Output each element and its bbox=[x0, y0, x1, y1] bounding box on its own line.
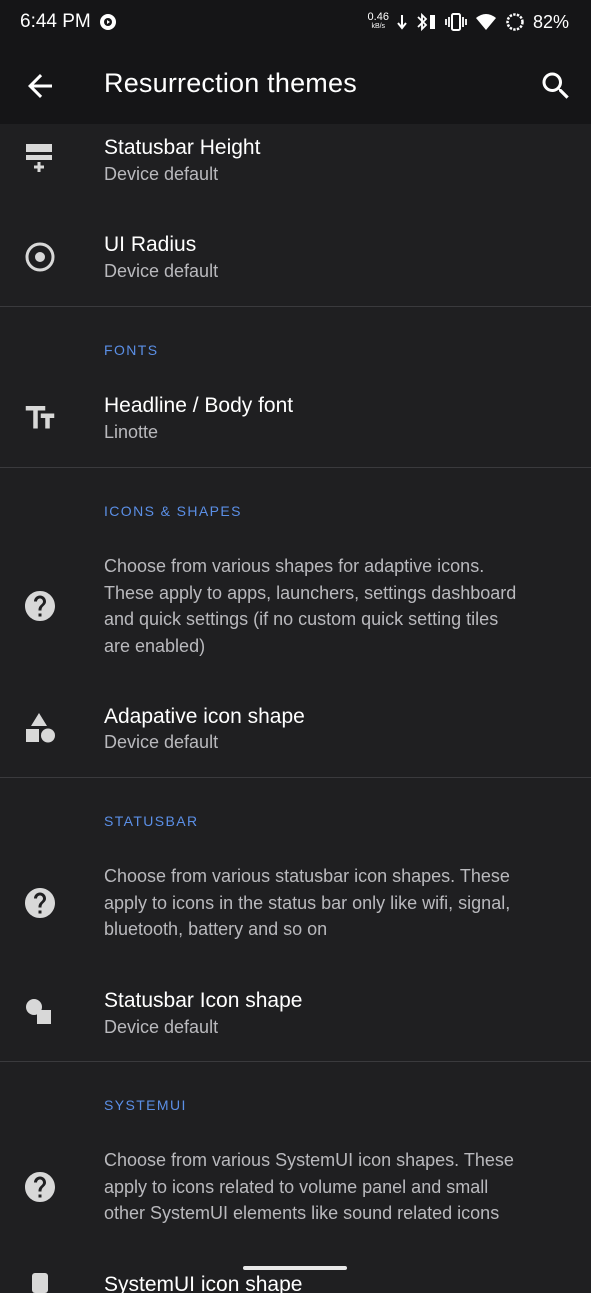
wifi-icon bbox=[475, 13, 497, 31]
bluetooth-battery-icon bbox=[415, 12, 437, 32]
clock: 6:44 PM bbox=[20, 11, 91, 32]
download-arrow-icon bbox=[397, 14, 407, 30]
media-indicator-icon bbox=[99, 13, 117, 31]
statusbar-info-text: Choose from various statusbar icon shape… bbox=[104, 866, 511, 939]
status-bar: 6:44 PM 0.46 kB/s 82% bbox=[0, 0, 591, 44]
statusbar-icon-shape-title: Statusbar Icon shape bbox=[104, 989, 303, 1012]
status-bar-left: 6:44 PM bbox=[20, 11, 117, 33]
vibrate-icon bbox=[445, 13, 467, 31]
statusbar-icon-shape-item[interactable]: Statusbar Icon shape Device default bbox=[0, 969, 591, 1061]
ui-radius-summary: Device default bbox=[104, 261, 219, 281]
search-icon bbox=[542, 72, 569, 99]
icons-shapes-category-header: ICONS & SHAPES bbox=[104, 503, 242, 519]
category-shapes-icon bbox=[22, 711, 58, 747]
fonts-category-header: FONTS bbox=[104, 342, 159, 358]
adaptive-icon-shape-item[interactable]: Adapative icon shape Device default bbox=[0, 684, 591, 778]
status-bar-right: 0.46 kB/s 82% bbox=[368, 12, 569, 33]
help-icon bbox=[22, 1169, 58, 1205]
statusbar-height-item[interactable]: Statusbar Height Device default bbox=[0, 124, 591, 208]
headline-body-font-item[interactable]: Headline / Body font Linotte bbox=[0, 378, 591, 467]
statusbar-height-icon bbox=[22, 142, 58, 178]
systemui-shape-icon bbox=[22, 1271, 58, 1293]
page-title: Resurrection themes bbox=[104, 68, 357, 98]
systemui-info-text: Choose from various SystemUI icon shapes… bbox=[104, 1150, 514, 1223]
shapes-icon bbox=[22, 995, 58, 1031]
ui-radius-item[interactable]: UI Radius Device default bbox=[0, 208, 591, 306]
systemui-info-item: Choose from various SystemUI icon shapes… bbox=[0, 1138, 591, 1243]
ui-radius-title: UI Radius bbox=[104, 233, 197, 256]
statusbar-icon-shape-summary: Device default bbox=[104, 1017, 219, 1037]
icons-info-text: Choose from various shapes for adaptive … bbox=[104, 556, 517, 656]
divider bbox=[0, 777, 591, 778]
statusbar-info-item: Choose from various statusbar icon shape… bbox=[0, 854, 591, 959]
network-speed: 0.46 kB/s bbox=[367, 11, 389, 31]
adaptive-icon-shape-summary: Device default bbox=[104, 732, 219, 752]
help-icon bbox=[22, 885, 58, 921]
statusbar-category-header: STATUSBAR bbox=[104, 813, 199, 829]
battery-circle-icon bbox=[505, 12, 525, 32]
radio-button-icon bbox=[22, 239, 58, 275]
headline-body-font-summary: Linotte bbox=[104, 422, 159, 442]
statusbar-height-summary: Device default bbox=[104, 164, 219, 184]
divider bbox=[0, 467, 591, 468]
battery-percentage: 82% bbox=[532, 11, 569, 32]
help-icon bbox=[22, 588, 58, 624]
adaptive-icon-shape-title: Adapative icon shape bbox=[104, 705, 305, 728]
systemui-icon-shape-title: SystemUI icon shape bbox=[104, 1273, 303, 1293]
divider bbox=[0, 1061, 591, 1062]
statusbar-height-title: Statusbar Height bbox=[104, 136, 261, 159]
icons-info-item: Choose from various shapes for adaptive … bbox=[0, 544, 591, 674]
systemui-category-header: SYSTEMUI bbox=[104, 1097, 187, 1113]
search-button[interactable] bbox=[538, 68, 574, 104]
headline-body-font-title: Headline / Body font bbox=[104, 394, 294, 417]
back-button[interactable] bbox=[22, 68, 58, 104]
divider bbox=[0, 306, 591, 307]
text-fields-icon bbox=[22, 400, 58, 436]
arrow-back-icon bbox=[28, 74, 52, 98]
gesture-navigation-bar[interactable] bbox=[243, 1266, 347, 1270]
app-bar: Resurrection themes bbox=[0, 44, 591, 124]
systemui-icon-shape-item[interactable]: SystemUI icon shape bbox=[0, 1253, 591, 1293]
